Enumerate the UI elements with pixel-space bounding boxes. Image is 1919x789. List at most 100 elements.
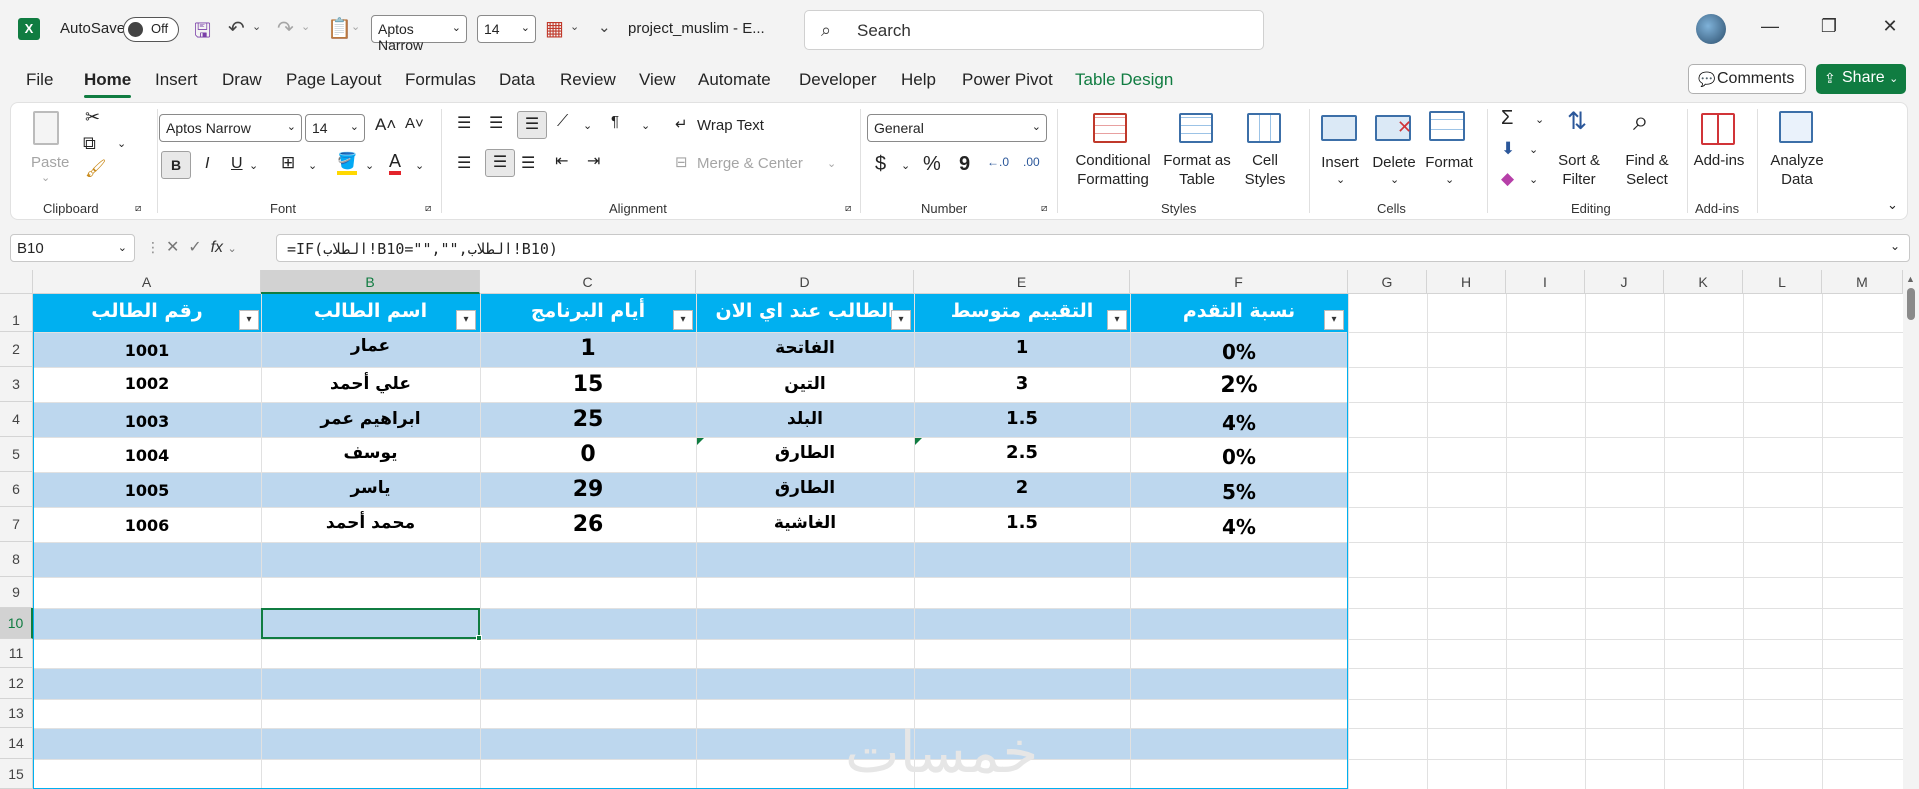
column-header-e[interactable]: E [914,270,1130,294]
row-header[interactable]: 9 [0,577,33,608]
comments-button[interactable]: 💬 Comments [1688,64,1806,94]
header-cell-average-rating[interactable]: التقييم متوسط [914,294,1130,332]
select-all-corner[interactable] [0,270,33,294]
fill-color-icon[interactable]: 🪣 [337,153,357,175]
row-header[interactable]: 8 [0,542,33,577]
tab-power-pivot[interactable]: Power Pivot [962,70,1053,90]
tab-developer[interactable]: Developer [799,70,877,90]
cell-progress[interactable]: 0% [1130,340,1348,364]
cell-student-name[interactable]: علي أحمد [261,374,480,394]
analyze-data-icon[interactable] [1779,111,1813,143]
tab-file[interactable]: File [26,70,53,90]
cancel-formula-icon[interactable]: ✕ [166,239,179,256]
borders-dropdown-icon[interactable]: ⌄ [570,20,579,33]
row-header[interactable]: 15 [0,759,33,789]
font-color-dropdown-icon[interactable]: ⌄ [415,159,424,172]
save-icon[interactable]: 🖫 [194,16,211,50]
format-painter-icon[interactable]: 🖌 [85,159,107,179]
cell-student-name[interactable]: يوسف [261,443,480,463]
cell-styles-icon[interactable] [1247,113,1281,143]
autosave-toggle[interactable]: Off [123,17,179,42]
align-middle-icon[interactable]: ☰ [489,113,503,133]
selected-cell-b10[interactable] [261,608,482,641]
alignment-launcher-icon[interactable]: ⧄ [845,203,851,214]
header-cell-student-id[interactable]: رقم الطالب [33,294,261,332]
cell-student-id[interactable]: 1004 [33,446,261,465]
cell-student-name[interactable]: محمد أحمد [261,513,480,533]
column-header-b[interactable]: B [261,270,480,294]
column-header-d[interactable]: D [696,270,914,294]
paste-qa-dropdown-icon[interactable]: ⌄ [351,20,360,33]
column-header-k[interactable]: K [1664,270,1743,294]
cut-icon[interactable]: ✂ [85,107,100,128]
clear-dropdown-icon[interactable]: ⌄ [1529,173,1538,186]
row-header[interactable]: 6 [0,472,33,507]
cell-program-days[interactable]: 0 [480,442,696,467]
insert-dropdown-icon[interactable]: ⌄ [1336,173,1345,186]
column-header-f[interactable]: F [1130,270,1348,294]
column-header-a[interactable]: A [33,270,261,294]
cell-current-position[interactable]: الطارق [696,478,914,498]
customize-qa-icon[interactable]: ⌄ [598,18,611,36]
delete-dropdown-icon[interactable]: ⌄ [1390,173,1399,186]
delete-cells-button[interactable]: Delete [1369,153,1419,172]
cell-progress[interactable]: 5% [1130,480,1348,504]
filter-dropdown-button[interactable]: ▾ [891,310,911,330]
cell-student-id[interactable]: 1001 [33,341,261,360]
tab-draw[interactable]: Draw [222,70,262,90]
row-header[interactable]: 13 [0,699,33,728]
conditional-formatting-icon[interactable] [1093,113,1127,143]
expand-formula-icon[interactable]: ⌄ [1890,239,1900,253]
column-header-j[interactable]: J [1585,270,1664,294]
copy-dropdown-icon[interactable]: ⌄ [117,137,126,150]
tab-table-design[interactable]: Table Design [1075,70,1173,90]
currency-button[interactable]: $ [875,153,886,176]
autosum-icon[interactable]: Σ [1501,107,1513,130]
font-launcher-icon[interactable]: ⧄ [425,203,431,214]
bold-button[interactable]: B [161,151,191,179]
column-header-g[interactable]: G [1348,270,1427,294]
cell-program-days[interactable]: 1 [480,336,696,361]
number-launcher-icon[interactable]: ⧄ [1041,203,1047,214]
sort-filter-icon[interactable]: ⇅ [1567,107,1587,136]
cell-student-id[interactable]: 1006 [33,516,261,535]
cell-current-position[interactable]: الفاتحة [696,338,914,358]
row-header[interactable]: 5 [0,437,33,472]
orientation-icon[interactable]: ⟋ [557,113,568,131]
paste-icon[interactable] [33,111,59,145]
underline-dropdown-icon[interactable]: ⌄ [249,159,258,172]
fx-dropdown-icon[interactable]: ⌄ [228,243,237,255]
header-cell-progress[interactable]: نسبة التقدم [1130,294,1348,332]
tab-help[interactable]: Help [901,70,936,90]
fill-dropdown-icon[interactable]: ⌄ [1529,143,1538,156]
currency-dropdown-icon[interactable]: ⌄ [901,159,910,172]
format-as-table-button[interactable]: Format as Table [1161,151,1233,189]
tab-data[interactable]: Data [499,70,535,90]
cell-current-position[interactable]: الغاشية [696,513,914,533]
column-header-h[interactable]: H [1427,270,1506,294]
cell-student-name[interactable]: ابراهيم عمر [261,409,480,429]
insert-function-button[interactable]: fx [211,239,223,256]
borders-qa-icon[interactable]: ▦ [545,16,564,41]
search-box[interactable]: ⌕ Search [804,10,1264,50]
cell-average-rating[interactable]: 2 [914,477,1130,498]
cell-program-days[interactable]: 15 [480,372,696,397]
format-as-table-icon[interactable] [1179,113,1213,143]
merge-center-label[interactable]: Merge & Center [697,155,803,172]
scroll-up-icon[interactable]: ▲ [1906,274,1915,284]
row-header[interactable]: 12 [0,668,33,699]
redo-icon[interactable]: ↷ [277,16,294,41]
find-select-icon[interactable]: ⌕ [1633,105,1649,138]
cell-styles-button[interactable]: Cell Styles [1237,151,1293,189]
fill-icon[interactable]: ⬇ [1501,139,1515,159]
scroll-thumb[interactable] [1907,288,1915,320]
minimize-icon[interactable]: — [1755,16,1785,37]
font-color-icon[interactable]: A [389,151,402,175]
cell-student-id[interactable]: 1005 [33,481,261,500]
close-icon[interactable]: ✕ [1875,16,1905,37]
orientation-dropdown-icon[interactable]: ⌄ [583,119,592,132]
header-cell-current-position[interactable]: الطالب عند اي الان [696,294,914,332]
tab-insert[interactable]: Insert [155,70,198,90]
qa-font-name[interactable]: Aptos Narrow ⌄ [371,15,467,53]
formula-input[interactable]: =IF(الطلاب!B10="","",الطلاب!B10) [276,234,1910,262]
